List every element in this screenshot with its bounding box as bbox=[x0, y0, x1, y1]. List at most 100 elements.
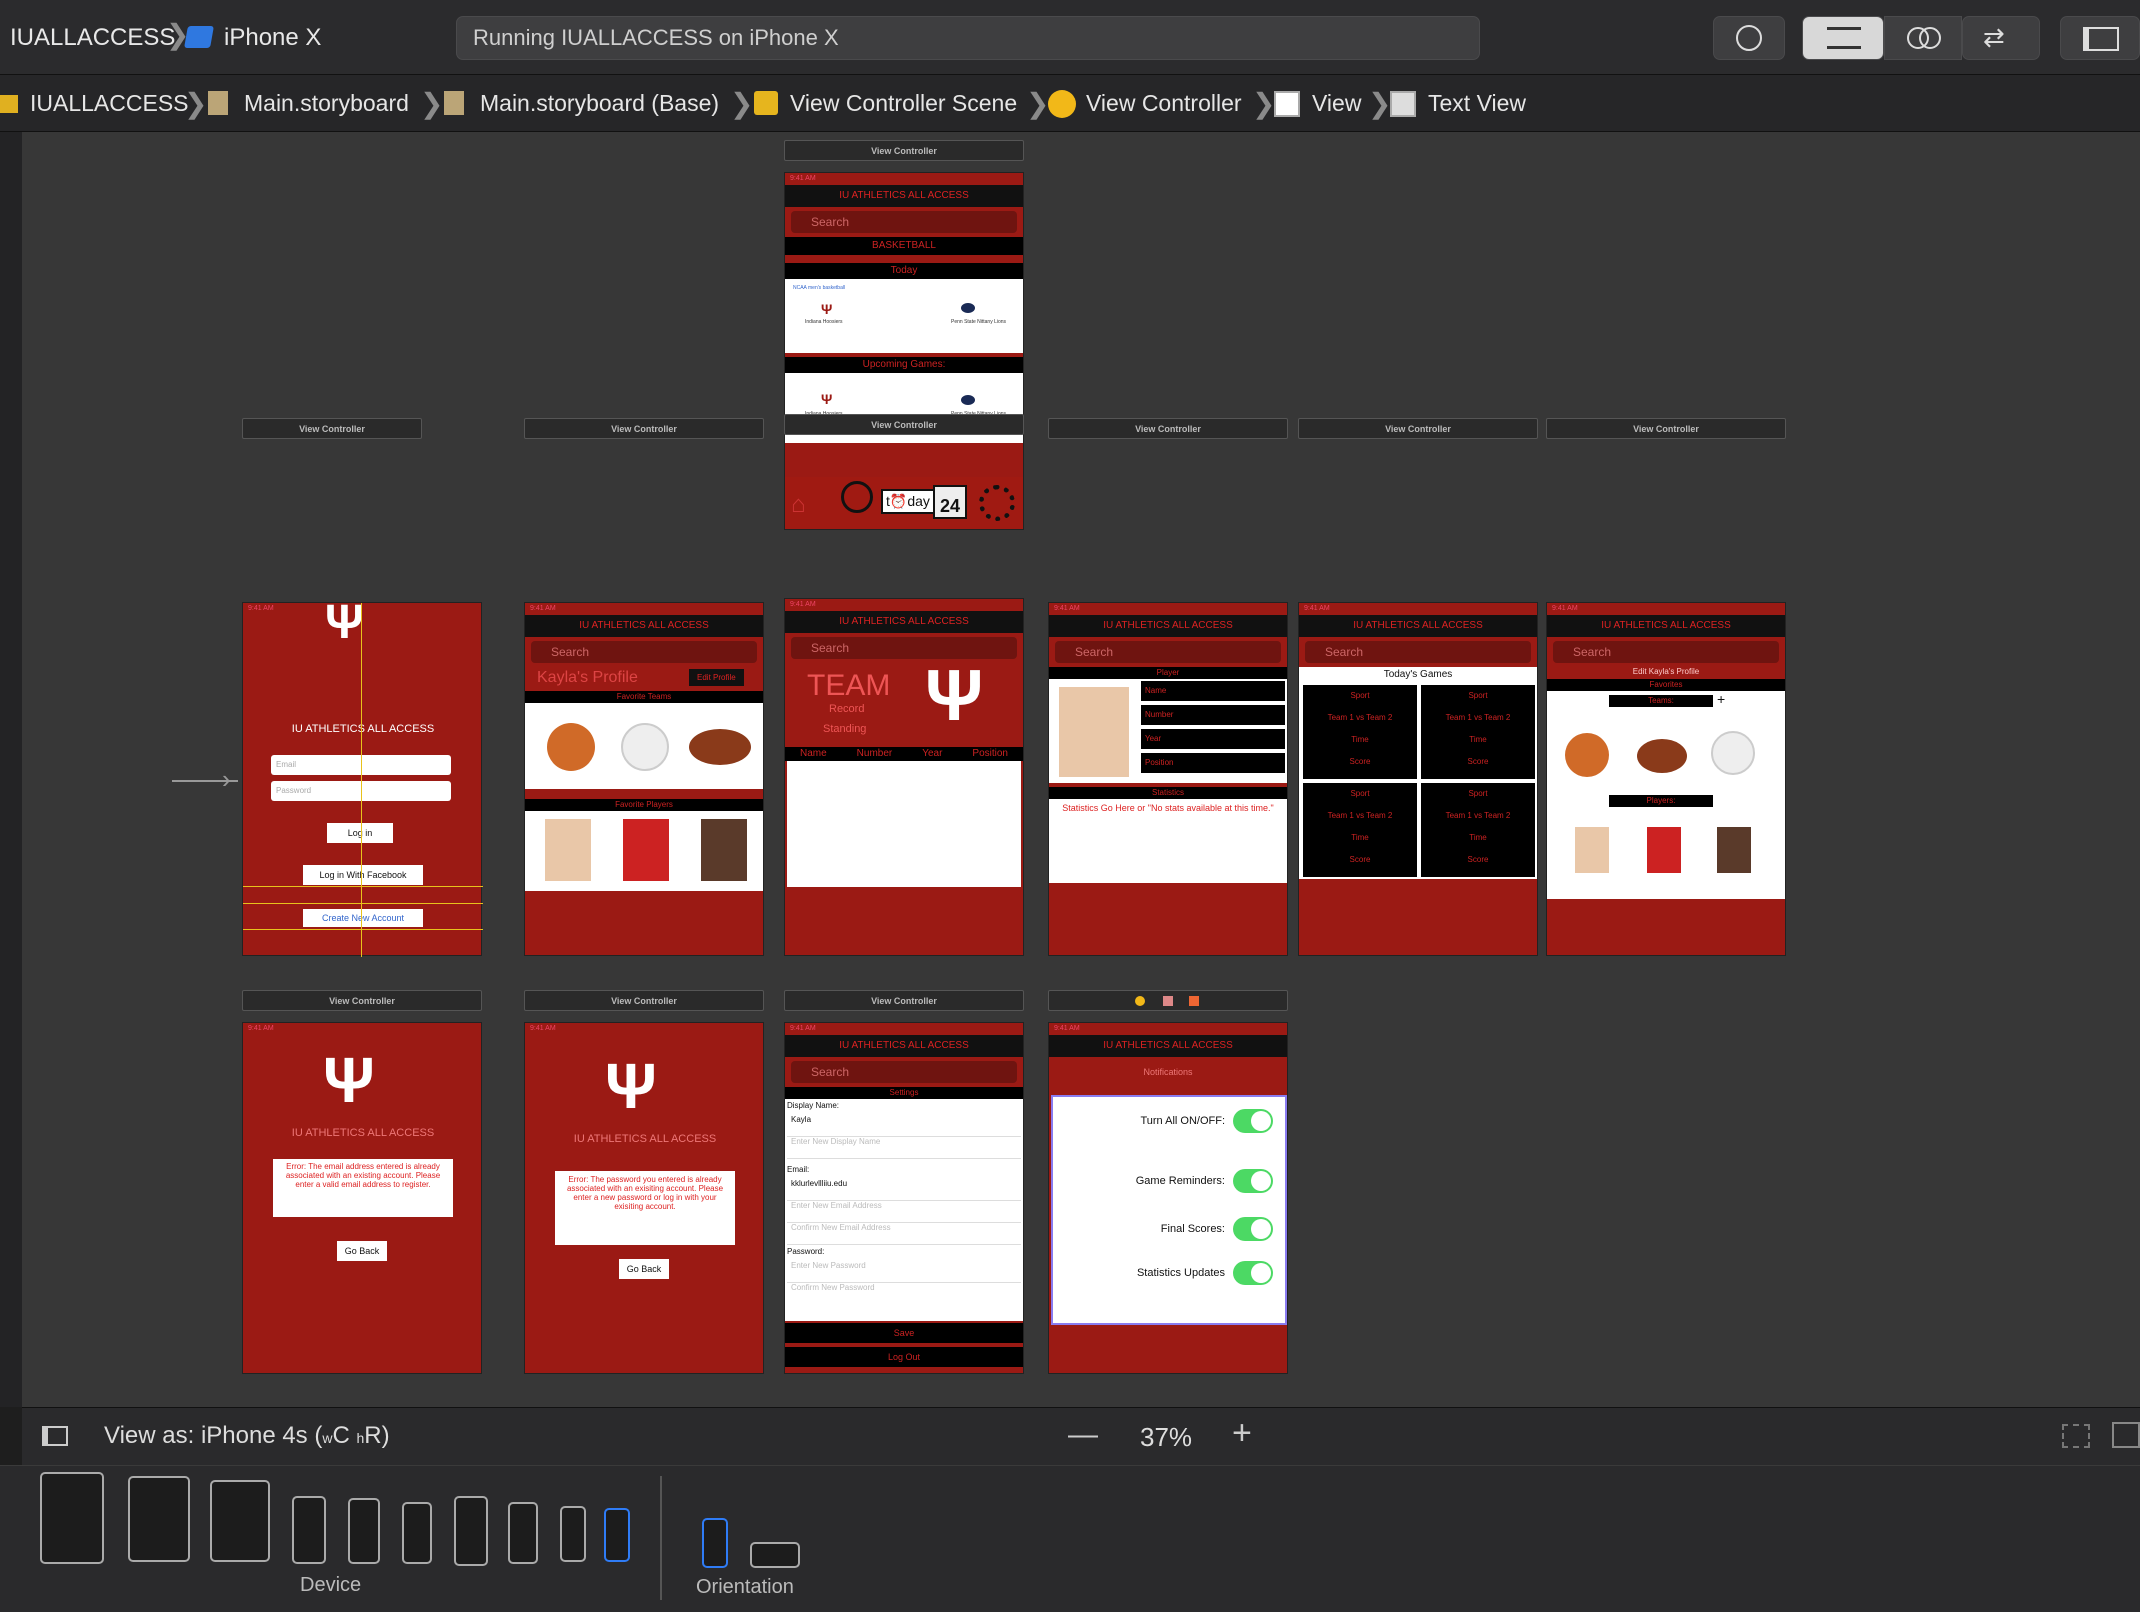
assistant-editor-button[interactable] bbox=[1884, 16, 1962, 60]
toggle-all[interactable] bbox=[1233, 1109, 1273, 1133]
baseball-icon[interactable] bbox=[1711, 731, 1755, 775]
version-editor-button[interactable]: ⇄ bbox=[1962, 16, 2040, 60]
edit-profile-button[interactable]: Edit Profile bbox=[689, 669, 744, 686]
device-iphone-8[interactable] bbox=[508, 1502, 538, 1564]
scene-player[interactable]: 9:41 AM IU ATHLETICS ALL ACCESS Search P… bbox=[1048, 602, 1288, 956]
player-photo[interactable] bbox=[701, 819, 747, 881]
zoom-fit-icon[interactable] bbox=[2062, 1424, 2090, 1448]
scene-title[interactable]: View Controller bbox=[784, 414, 1024, 435]
scene-title[interactable]: View Controller bbox=[524, 418, 764, 439]
scene-profile[interactable]: 9:41 AM IU ATHLETICS ALL ACCESS Search K… bbox=[524, 602, 764, 956]
facebook-login-button[interactable]: Log in With Facebook bbox=[303, 865, 423, 885]
roster-table[interactable] bbox=[787, 761, 1021, 887]
home-icon[interactable]: ⌂ bbox=[791, 491, 806, 519]
logout-button[interactable]: Log Out bbox=[785, 1347, 1023, 1367]
device-iphone-8-plus[interactable] bbox=[454, 1496, 488, 1566]
save-button[interactable]: Save bbox=[785, 1323, 1023, 1343]
scene-edit-profile[interactable]: 9:41 AM IU ATHLETICS ALL ACCESS Search E… bbox=[1546, 602, 1786, 956]
zoom-in-icon[interactable]: + bbox=[1232, 1414, 1252, 1453]
device-iphone-x[interactable] bbox=[402, 1502, 432, 1564]
player-photo[interactable] bbox=[1717, 827, 1751, 873]
storyboard-canvas[interactable]: View Controller 9:41 AM IU ATHLETICS ALL… bbox=[22, 132, 2140, 1407]
create-account-button[interactable]: Create New Account bbox=[303, 909, 423, 927]
scheme-project[interactable]: IUALLACCESS bbox=[10, 0, 175, 75]
confirm-password-field[interactable]: Confirm New Password bbox=[787, 1283, 1021, 1305]
scene-title[interactable]: View Controller bbox=[242, 418, 422, 439]
scene-home[interactable]: 9:41 AM IU ATHLETICS ALL ACCESS Search B… bbox=[784, 172, 1024, 530]
device-iphone-se[interactable] bbox=[560, 1506, 586, 1562]
email-field[interactable]: kklurlevllliiu.edu bbox=[787, 1179, 1021, 1201]
football-icon[interactable] bbox=[1637, 739, 1687, 773]
device-iphone-4s[interactable] bbox=[604, 1508, 630, 1562]
search-field[interactable]: Search bbox=[791, 1061, 1017, 1083]
device-ipad-pro-10[interactable] bbox=[128, 1476, 190, 1562]
search-field[interactable]: Search bbox=[1055, 641, 1281, 663]
first-responder-icon[interactable] bbox=[1163, 996, 1173, 1006]
navigator-toggle-button[interactable] bbox=[2060, 16, 2140, 60]
today-icon[interactable]: t⏰day bbox=[881, 489, 935, 514]
new-email-field[interactable]: Enter New Email Address bbox=[787, 1201, 1021, 1223]
scheme-device[interactable]: iPhone X bbox=[224, 0, 321, 75]
scene-notifications[interactable]: 9:41 AM IU ATHLETICS ALL ACCESS Notifica… bbox=[1048, 1022, 1288, 1374]
standard-editor-button[interactable] bbox=[1802, 16, 1884, 60]
scene-title[interactable]: View Controller bbox=[1048, 418, 1288, 439]
scene-settings[interactable]: 9:41 AM IU ATHLETICS ALL ACCESS Search S… bbox=[784, 1022, 1024, 1374]
baseball-icon[interactable] bbox=[621, 723, 669, 771]
device-ipad-pro-12[interactable] bbox=[40, 1472, 104, 1564]
scene-error-email[interactable]: 9:41 AM Ψ IU ATHLETICS ALL ACCESS Error:… bbox=[242, 1022, 482, 1374]
search-field[interactable]: Search bbox=[531, 641, 757, 663]
player-photo[interactable] bbox=[1647, 827, 1681, 873]
game-cell[interactable]: Sport Team 1 vs Team 2 Time Score bbox=[1421, 685, 1535, 779]
basketball-icon[interactable] bbox=[547, 723, 595, 771]
outline-toggle-icon[interactable] bbox=[42, 1426, 68, 1446]
sports-icon[interactable] bbox=[841, 481, 873, 513]
exit-icon[interactable] bbox=[1189, 996, 1199, 1006]
gear-icon[interactable] bbox=[979, 485, 1015, 521]
text-view-selected[interactable]: Turn All ON/OFF: Game Reminders: Final S… bbox=[1051, 1095, 1287, 1325]
jump-item-project[interactable]: IUALLACCESS bbox=[30, 75, 189, 132]
view-as-label[interactable]: View as: iPhone 4s (wC hR) bbox=[104, 1422, 390, 1450]
jump-item-text-view[interactable]: Text View bbox=[1428, 75, 1526, 132]
jump-item-view[interactable]: View bbox=[1312, 75, 1361, 132]
confirm-email-field[interactable]: Confirm New Email Address bbox=[787, 1223, 1021, 1245]
new-password-field[interactable]: Enter New Password bbox=[787, 1261, 1021, 1283]
scene-title[interactable]: View Controller bbox=[784, 140, 1024, 161]
scene-error-password[interactable]: 9:41 AM Ψ IU ATHLETICS ALL ACCESS Error:… bbox=[524, 1022, 764, 1374]
jump-item-scene[interactable]: View Controller Scene bbox=[790, 75, 1017, 132]
jump-item-base[interactable]: Main.storyboard (Base) bbox=[480, 75, 719, 132]
player-photo[interactable] bbox=[545, 819, 591, 881]
login-button[interactable]: Log in bbox=[327, 823, 393, 843]
orientation-portrait[interactable] bbox=[702, 1518, 728, 1568]
name-field[interactable]: Kayla bbox=[787, 1115, 1021, 1137]
player-photo[interactable] bbox=[623, 819, 669, 881]
search-field[interactable]: Search bbox=[1553, 641, 1779, 663]
jump-item-storyboard[interactable]: Main.storyboard bbox=[244, 75, 409, 132]
game-cell[interactable]: Sport Team 1 vs Team 2 Time Score bbox=[1303, 783, 1417, 877]
scene-login[interactable]: 9:41 AM Ψ IU ATHLETICS ALL ACCESS Email … bbox=[242, 599, 483, 957]
scene-title[interactable]: View Controller bbox=[524, 990, 764, 1011]
game-cell[interactable]: Sport Team 1 vs Team 2 Time Score bbox=[1421, 783, 1535, 877]
scene-todays-games[interactable]: 9:41 AM IU ATHLETICS ALL ACCESS Search T… bbox=[1298, 602, 1538, 956]
search-field[interactable]: Search bbox=[791, 211, 1017, 233]
device-ipad[interactable] bbox=[210, 1480, 270, 1562]
football-icon[interactable] bbox=[689, 729, 751, 765]
scene-title[interactable]: View Controller bbox=[242, 990, 482, 1011]
toggle-scores[interactable] bbox=[1233, 1217, 1273, 1241]
scene-title[interactable]: View Controller bbox=[1546, 418, 1786, 439]
breakpoint-button[interactable] bbox=[1713, 16, 1785, 60]
orientation-landscape[interactable] bbox=[750, 1542, 800, 1568]
game-cell[interactable]: Sport Team 1 vs Team 2 Time Score bbox=[1303, 685, 1417, 779]
toggle-stats[interactable] bbox=[1233, 1261, 1273, 1285]
toggle-reminders[interactable] bbox=[1233, 1169, 1273, 1193]
vc-dock-icon[interactable] bbox=[1135, 996, 1145, 1006]
device-iphone-xr[interactable] bbox=[348, 1498, 380, 1564]
basketball-icon[interactable] bbox=[1565, 733, 1609, 777]
add-icon[interactable]: + bbox=[1717, 691, 1725, 707]
game-card[interactable]: NCAA men's basketball Ψ Indiana Hoosiers… bbox=[785, 279, 1023, 353]
embed-icon[interactable] bbox=[2112, 1422, 2140, 1448]
scene-title[interactable]: View Controller bbox=[1298, 418, 1538, 439]
zoom-out-icon[interactable]: — bbox=[1068, 1418, 1098, 1452]
scene-team[interactable]: 9:41 AM IU ATHLETICS ALL ACCESS Search T… bbox=[784, 598, 1024, 956]
jump-item-vc[interactable]: View Controller bbox=[1086, 75, 1242, 132]
device-iphone-xs-max[interactable] bbox=[292, 1496, 326, 1564]
